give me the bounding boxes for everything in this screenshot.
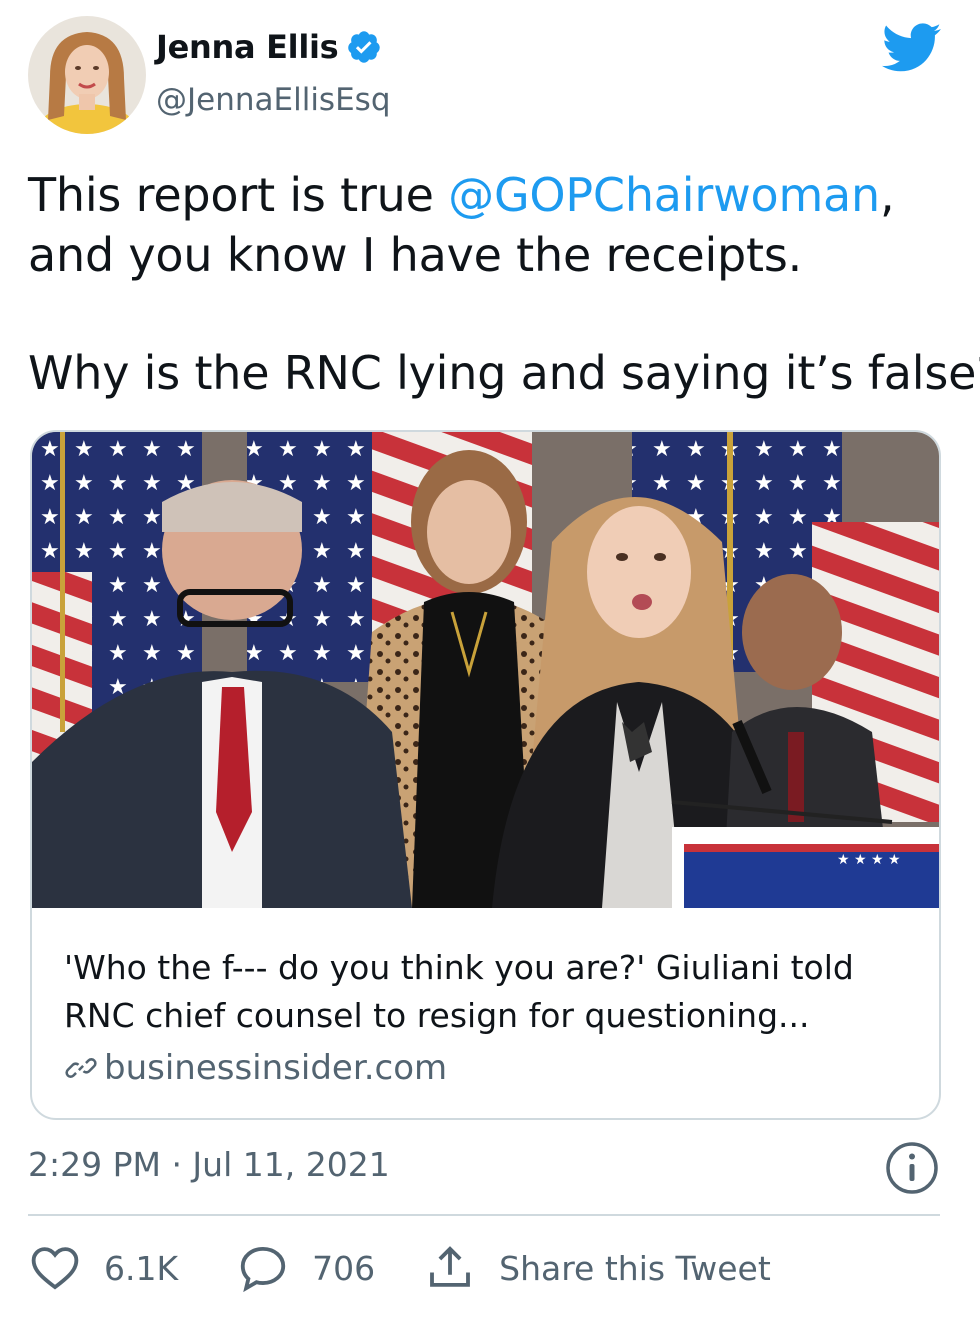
tweet-text-suffix: , [880, 168, 895, 222]
card-title[interactable]: 'Who the f--- do you think you are?' Giu… [64, 944, 924, 1040]
twitter-bird-icon[interactable] [881, 22, 942, 74]
card-title-line-2: RNC chief counsel to resign for question… [64, 996, 810, 1035]
tweet-text: This report is true @GOPChairwoman, and … [28, 165, 980, 403]
card-text[interactable]: 'Who the f--- do you think you are?' Giu… [32, 908, 939, 1118]
author-name[interactable]: Jenna Ellis [156, 28, 339, 66]
link-icon [64, 1051, 98, 1085]
author-handle[interactable]: @JennaEllisEsq [156, 82, 391, 118]
card-domain[interactable]: businessinsider.com [64, 1048, 447, 1088]
reply-icon [240, 1246, 286, 1293]
divider [28, 1214, 940, 1216]
heart-icon [31, 1247, 79, 1290]
tweet-text-line-2: and you know I have the receipts. [28, 228, 803, 282]
verified-badge-icon [346, 29, 382, 65]
mention-link[interactable]: @GOPChairwoman [448, 168, 880, 222]
share-button[interactable]: Share this Tweet [423, 1241, 771, 1295]
tweet-text-line-1: This report is true @GOPChairwoman, [28, 165, 958, 225]
share-label: Share this Tweet [499, 1248, 771, 1288]
reply-button[interactable]: 706 [236, 1241, 375, 1295]
timestamp[interactable]: 2:29 PM · Jul 11, 2021 [28, 1145, 390, 1184]
link-preview-card[interactable]: ★ ★ ★ ★ 'Who the f--- do you think you a… [30, 430, 941, 1120]
svg-text:★ ★ ★ ★: ★ ★ ★ ★ [837, 852, 901, 868]
press-conference-photo: ★ ★ ★ ★ [32, 432, 939, 908]
author-row: Jenna Ellis [156, 28, 382, 66]
tweet-card: Jenna Ellis @JennaEllisEsq This report i… [0, 0, 980, 1321]
card-image[interactable]: ★ ★ ★ ★ [32, 432, 939, 908]
tweet-text-line-3: Why is the RNC lying and saying it’s fal… [28, 346, 980, 400]
action-bar: 6.1K 706 Share this Tweet [28, 1236, 771, 1300]
card-title-line-1: 'Who the f--- do you think you are?' Giu… [64, 948, 854, 987]
avatar[interactable] [28, 16, 146, 134]
like-button[interactable]: 6.1K [28, 1241, 178, 1295]
like-count: 6.1K [104, 1248, 179, 1288]
share-icon [430, 1246, 471, 1287]
tweet-text-prefix: This report is true [28, 168, 449, 222]
card-domain-text: businessinsider.com [104, 1048, 448, 1088]
info-icon[interactable] [884, 1140, 940, 1196]
reply-count: 706 [312, 1248, 376, 1288]
